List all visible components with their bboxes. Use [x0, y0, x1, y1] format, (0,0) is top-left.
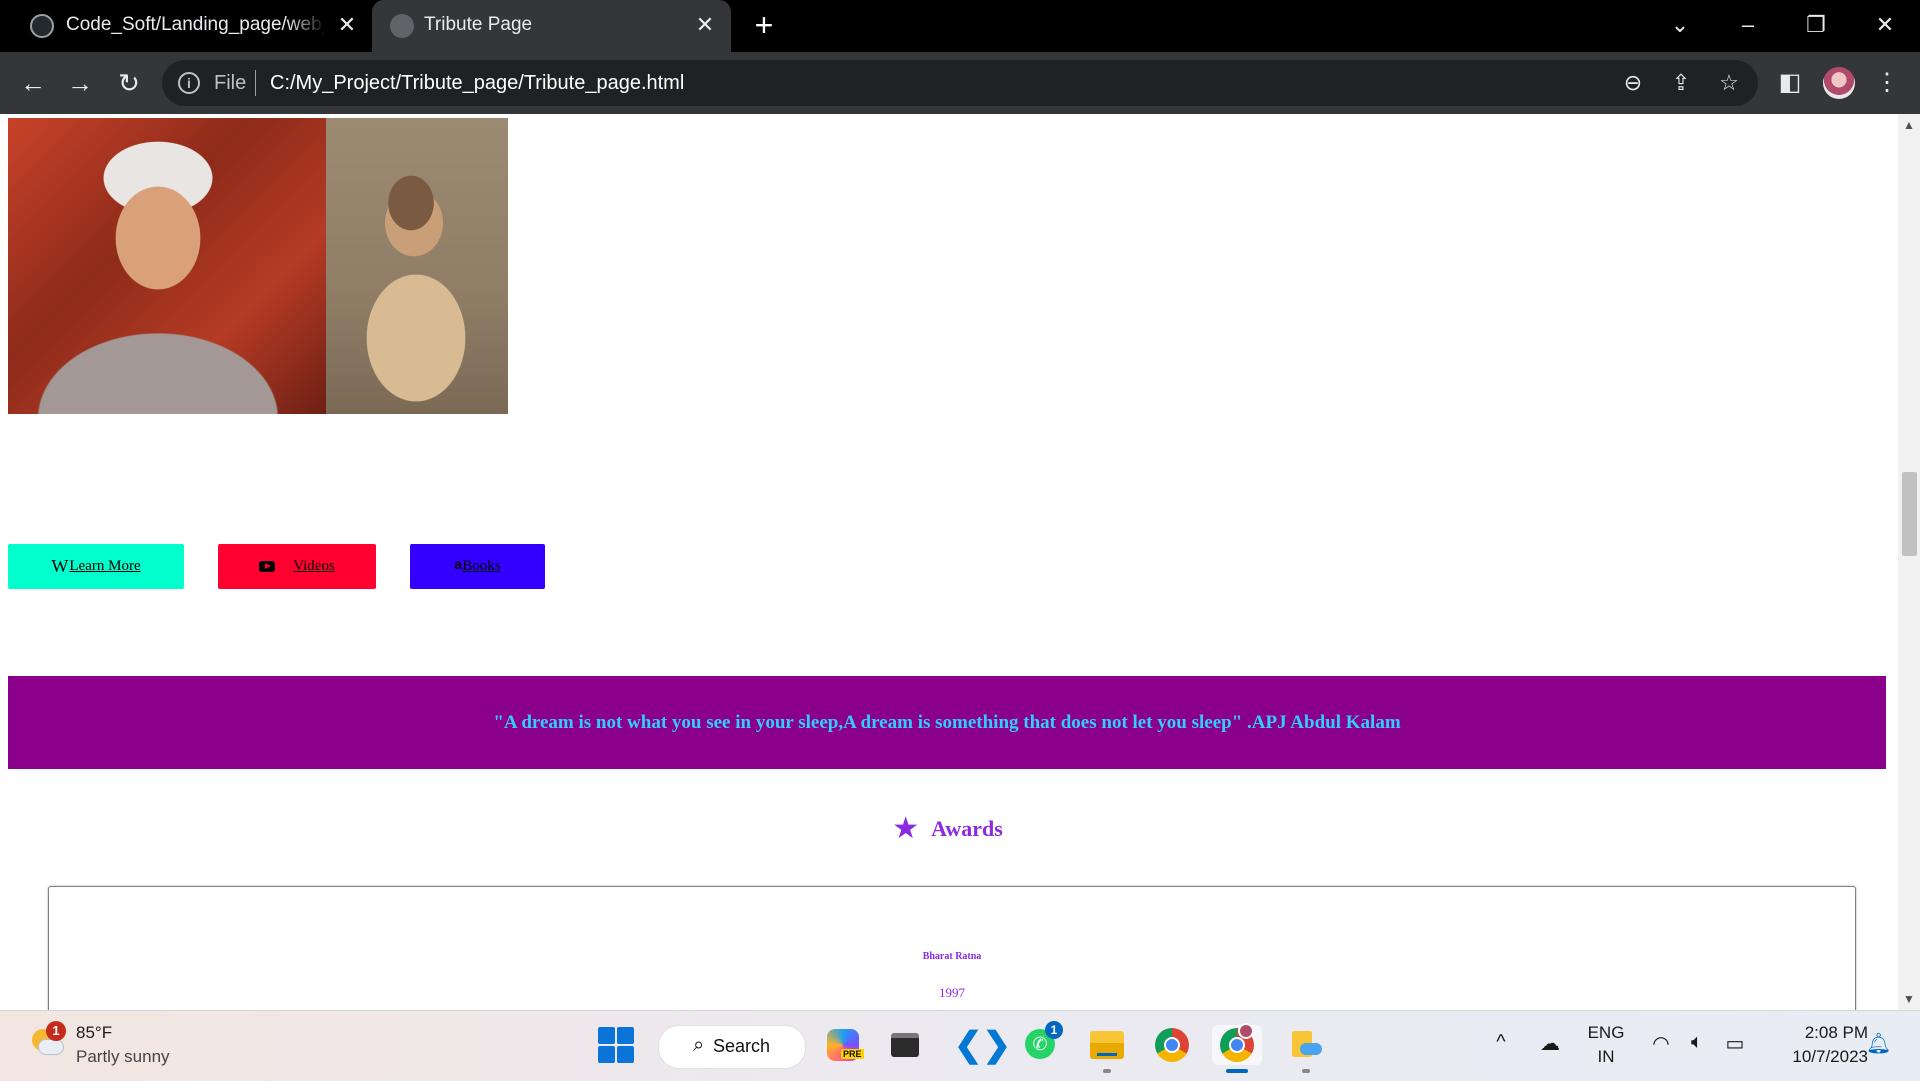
new-tab-button[interactable]: + — [748, 9, 780, 42]
books-button[interactable]: a Books — [410, 544, 545, 589]
videos-button[interactable]: Videos — [218, 544, 376, 589]
clock-date[interactable]: 10/7/2023 — [1760, 1047, 1868, 1067]
amazon-icon: a — [454, 555, 463, 572]
scroll-thumb[interactable] — [1902, 472, 1917, 556]
kalam-photo — [8, 118, 508, 414]
copilot-icon[interactable]: PRE — [823, 1025, 864, 1065]
youtube-icon — [259, 561, 276, 572]
tab-title: Tribute Page — [424, 14, 533, 35]
books-label: Books — [462, 558, 501, 574]
scroll-down-arrow-icon[interactable]: ▼ — [1902, 992, 1916, 1006]
github-favicon-icon — [30, 14, 54, 38]
search-label: Search — [713, 1036, 771, 1056]
tab-search-chevron-icon[interactable]: ⌄ — [1660, 8, 1700, 42]
tab-close-icon[interactable]: ✕ — [334, 12, 360, 38]
wikipedia-icon: W — [51, 556, 69, 576]
quote-text: "A dream is not what you see in your sle… — [493, 711, 1401, 733]
lang-line2[interactable]: IN — [1578, 1047, 1634, 1067]
whatsapp-badge: 1 — [1045, 1021, 1063, 1039]
browser-toolbar: ← → ↻ i File C:/My_Project/Tribute_page/… — [0, 52, 1920, 114]
address-bar[interactable]: i File C:/My_Project/Tribute_page/Tribut… — [162, 60, 1758, 106]
file-explorer-icon[interactable] — [1087, 1025, 1127, 1065]
battery-icon[interactable]: ▭ — [1720, 1031, 1750, 1056]
tab-tribute-page[interactable]: Tribute Page ✕ — [372, 0, 731, 52]
windows-taskbar: 1 85°F Partly sunny ⌕ Search PRE ❮❯ ✆ 1 — [0, 1010, 1920, 1081]
awards-heading: ★ Awards — [0, 814, 1895, 844]
close-window-icon[interactable]: ✕ — [1865, 8, 1905, 42]
onedrive-files-icon[interactable] — [1286, 1025, 1326, 1065]
globe-favicon-icon — [390, 14, 414, 38]
running-indicator — [1103, 1069, 1111, 1073]
reload-icon[interactable]: ↻ — [113, 67, 145, 99]
award-card: Bharat Ratna 1997 — [48, 886, 1856, 1010]
volume-icon[interactable]: 🔈︎ — [1684, 1031, 1710, 1054]
weather-desc[interactable]: Partly sunny — [76, 1047, 170, 1067]
kebab-menu-icon[interactable]: ⋮ — [1870, 66, 1904, 100]
vertical-scrollbar[interactable]: ▲ ▼ — [1898, 114, 1920, 1010]
profile-avatar[interactable] — [1823, 67, 1855, 99]
tab-strip: Code_Soft/Landing_page/web_S ✕ Tribute P… — [0, 0, 1920, 52]
quote-banner: "A dream is not what you see in your sle… — [8, 676, 1886, 769]
page-viewport: W Learn More Videos a Books "A dream is … — [0, 114, 1898, 1010]
lang-line1[interactable]: ENG — [1578, 1023, 1634, 1043]
minimize-icon[interactable]: – — [1728, 8, 1768, 42]
learn-more-button[interactable]: W Learn More — [8, 544, 184, 589]
restore-icon[interactable]: ❐ — [1796, 8, 1836, 42]
chrome-profile-icon[interactable] — [1212, 1023, 1262, 1065]
chevron-up-icon[interactable]: ^ — [1490, 1031, 1512, 1054]
kalam-adult-photo — [8, 118, 326, 414]
active-indicator — [1226, 1069, 1248, 1073]
windows-start-icon[interactable] — [598, 1025, 638, 1065]
weather-badge: 1 — [46, 1021, 66, 1041]
notification-bell-icon[interactable]: 🔔︎ — [1866, 1031, 1891, 1056]
star-icon: ★ — [892, 812, 920, 845]
zoom-out-icon[interactable]: ⊖ — [1618, 68, 1648, 98]
videos-label: Videos — [293, 558, 335, 574]
taskbar-search[interactable]: ⌕ Search — [658, 1025, 806, 1069]
side-panel-icon[interactable]: ◧ — [1773, 66, 1807, 100]
awards-title: Awards — [931, 816, 1003, 841]
info-icon[interactable]: i — [178, 72, 200, 94]
award-name: Bharat Ratna — [922, 951, 982, 962]
running-indicator — [1302, 1069, 1310, 1073]
onedrive-cloud-icon[interactable]: ☁ — [1536, 1031, 1564, 1056]
forward-icon[interactable]: → — [64, 67, 96, 99]
divider — [255, 70, 256, 96]
search-icon: ⌕ — [693, 1034, 705, 1056]
scheme-label: File — [214, 72, 247, 94]
kalam-child-photo — [326, 118, 508, 414]
scroll-up-arrow-icon[interactable]: ▲ — [1902, 118, 1916, 132]
back-icon[interactable]: ← — [17, 67, 49, 99]
star-bookmark-icon[interactable]: ☆ — [1714, 68, 1744, 98]
tab-close-icon[interactable]: ✕ — [692, 12, 718, 38]
weather-temp[interactable]: 85°F — [76, 1023, 112, 1043]
tab-title: Code_Soft/Landing_page/web_S — [66, 14, 326, 35]
chrome-icon[interactable] — [1152, 1025, 1192, 1065]
url-text[interactable]: C:/My_Project/Tribute_page/Tribute_page.… — [270, 72, 684, 95]
cloud-icon — [38, 1039, 64, 1055]
vscode-icon[interactable]: ❮❯ — [952, 1025, 1011, 1065]
award-year: 1997 — [939, 985, 965, 1000]
terminal-icon[interactable] — [885, 1025, 925, 1065]
learn-more-label: Learn More — [69, 558, 141, 574]
share-icon[interactable]: ⇪ — [1666, 68, 1696, 98]
tab-github[interactable]: Code_Soft/Landing_page/web_S ✕ — [0, 0, 368, 52]
wifi-icon[interactable]: ◠ — [1648, 1031, 1674, 1056]
clock-time[interactable]: 2:08 PM — [1760, 1023, 1868, 1043]
